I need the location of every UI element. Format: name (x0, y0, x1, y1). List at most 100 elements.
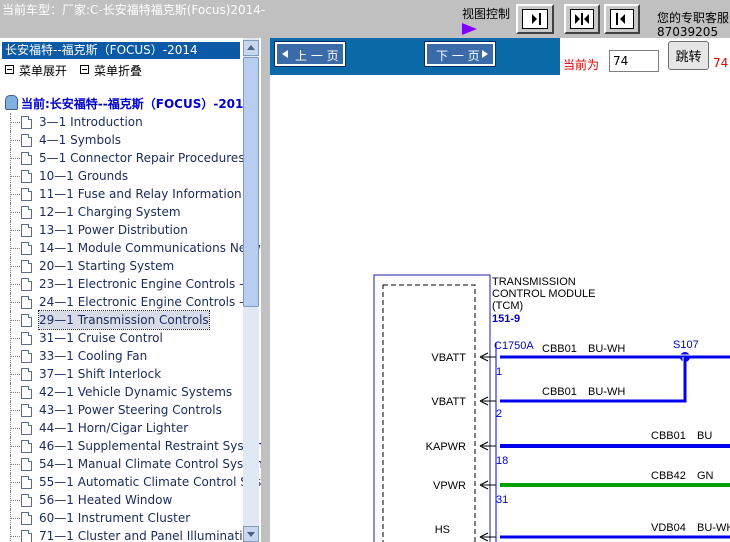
scroll-down-button[interactable] (243, 526, 259, 542)
module-internal-outline (382, 284, 476, 542)
tree-item-label: 37—1 Shift Interlock (39, 367, 162, 381)
wire-circuit: CBB01 (542, 343, 577, 355)
splice-label: S107 (673, 339, 699, 351)
goto-button[interactable]: 跳转 (668, 41, 709, 70)
tree-item[interactable]: 13—1 Power Distribution (8, 221, 244, 239)
tree-item[interactable]: 11—1 Fuse and Relay Information (8, 185, 244, 203)
module-title-line-2: CONTROL MODULE (492, 288, 596, 300)
expand-all-button[interactable]: 菜单展开 (5, 62, 67, 79)
tree-item[interactable]: 60—1 Instrument Cluster (8, 509, 244, 527)
tree-item[interactable]: 56—1 Heated Window (8, 491, 244, 509)
support-text: 您的专职客服 (657, 11, 730, 25)
page-icon (21, 188, 32, 201)
tree-item[interactable]: 12—1 Charging System (8, 203, 244, 221)
wiring-diagram: TRANSMISSION CONTROL MODULE (TCM) 151-9 … (373, 274, 730, 542)
next-page-button[interactable]: 下 一 页 (424, 41, 496, 67)
page-icon (21, 224, 32, 237)
previous-page-button[interactable]: 上 一 页 (274, 41, 346, 67)
tree-item[interactable]: 55—1 Automatic Climate Control System (8, 473, 261, 491)
tree-item[interactable]: 5—1 Connector Repair Procedures (8, 149, 245, 167)
tree-item-label: 5—1 Connector Repair Procedures (39, 151, 245, 165)
tree-item-label: 23—1 Electronic Engine Controls — (39, 277, 252, 291)
tree-item[interactable]: 44—1 Horn/Cigar Lighter (8, 419, 244, 437)
page-icon (21, 386, 32, 399)
collapse-box-icon (80, 65, 89, 74)
goto-page-area: 当前为 跳转 74 (560, 38, 730, 75)
pin-number: 31 (496, 494, 508, 506)
tree-item[interactable]: 54—1 Manual Climate Control System (8, 455, 261, 473)
pin-number: 18 (496, 455, 508, 467)
wire-color: BU (697, 430, 712, 442)
tree-item-label: 60—1 Instrument Cluster (39, 511, 191, 525)
tree-item[interactable]: 29—1 Transmission Controls (8, 310, 244, 330)
tree-item-label: 14—1 Module Communications Network (39, 241, 261, 255)
tree-root-node[interactable]: 当前:长安福特--福克斯（FOCUS）-2014 (5, 95, 252, 112)
pin-name: HS (435, 524, 450, 536)
tree-item[interactable]: 43—1 Power Steering Controls (8, 401, 244, 419)
tree-item[interactable]: 71—1 Cluster and Panel Illumination (8, 527, 257, 542)
tree-item[interactable]: 14—1 Module Communications Network (8, 239, 261, 257)
page-icon (21, 530, 32, 542)
view-expand-left-button[interactable] (604, 4, 640, 34)
wire-circuit: VDB04 (651, 522, 686, 534)
page-number-input[interactable] (609, 50, 659, 72)
tree-item[interactable]: 3—1 Introduction (8, 113, 244, 131)
collapse-all-button[interactable]: 菜单折叠 (80, 62, 142, 79)
page-icon (21, 350, 32, 363)
tree-item[interactable]: 31—1 Cruise Control (8, 329, 244, 347)
tree-item-label: 3—1 Introduction (39, 115, 143, 129)
tree-item[interactable]: 33—1 Cooling Fan (8, 347, 244, 365)
page-icon (21, 242, 32, 255)
tree-item-label: 54—1 Manual Climate Control System (39, 457, 261, 471)
tree-item[interactable]: 10—1 Grounds (8, 167, 244, 185)
tree-item-label: 46—1 Supplemental Restraint System (39, 439, 261, 453)
tree-item[interactable]: 42—1 Vehicle Dynamic Systems (8, 383, 244, 401)
tree-item-label: 12—1 Charging System (39, 205, 181, 219)
pin-name: VBATT (431, 352, 466, 364)
page-icon (21, 494, 32, 507)
view-expand-right-button[interactable] (516, 4, 554, 34)
current-page-label: 当前为 (563, 58, 600, 72)
tree-item-label: 11—1 Fuse and Relay Information (39, 187, 242, 201)
tree-list: 3—1 Introduction 4—1 Symbols 5—1 Connector… (8, 113, 261, 542)
tree-item-label: 33—1 Cooling Fan (39, 349, 148, 363)
panel-splitter[interactable] (261, 38, 270, 542)
wire-color: GN (697, 470, 714, 482)
wiring-diagram-viewer: TRANSMISSION CONTROL MODULE (TCM) 151-9 … (270, 75, 730, 542)
page-icon (21, 458, 32, 471)
page-icon (21, 134, 32, 147)
tree-item-label: 4—1 Symbols (39, 133, 122, 147)
tree-item-label: 20—1 Starting System (39, 259, 175, 273)
tree-item[interactable]: 4—1 Symbols (8, 131, 244, 149)
wire-color: BU-WH (588, 343, 625, 355)
tree-item-label: 24—1 Electronic Engine Controls — (39, 295, 252, 309)
module-id: 151-9 (492, 313, 520, 325)
page-icon (21, 170, 32, 183)
page-navigation-bar: 上 一 页 下 一 页 当前为 跳转 74 (270, 38, 730, 75)
module-title-line-1: TRANSMISSION (492, 276, 576, 288)
page-icon (21, 422, 32, 435)
tree-item[interactable]: 37—1 Shift Interlock (8, 365, 244, 383)
view-split-button[interactable] (564, 4, 600, 34)
tree-item[interactable]: 20—1 Starting System (8, 257, 244, 275)
wire-circuit: CBB42 (651, 470, 686, 482)
pin-number: 1 (496, 366, 502, 378)
arrow-right-bar-icon (532, 13, 541, 25)
page-icon (21, 278, 32, 291)
page-icon (21, 296, 32, 309)
tree-item-label: 55—1 Automatic Climate Control System (39, 475, 261, 489)
view-control-arrow-icon (462, 23, 477, 35)
page-icon (21, 404, 32, 417)
tree-scrollbar[interactable] (243, 38, 259, 542)
arrow-left-bar-icon (616, 13, 625, 25)
tree-item-label: 31—1 Cruise Control (39, 331, 163, 345)
scroll-up-button[interactable] (243, 40, 259, 56)
connector-tag: C1750A (494, 340, 534, 352)
tree-item[interactable]: 23—1 Electronic Engine Controls — (8, 275, 251, 293)
wire-color: BU-WH (697, 522, 730, 534)
scroll-thumb[interactable] (243, 57, 259, 307)
tree-item[interactable]: 24—1 Electronic Engine Controls — (8, 293, 251, 311)
page-icon (21, 314, 32, 327)
tree-item[interactable]: 46—1 Supplemental Restraint System (8, 437, 261, 455)
page-icon (21, 260, 32, 273)
